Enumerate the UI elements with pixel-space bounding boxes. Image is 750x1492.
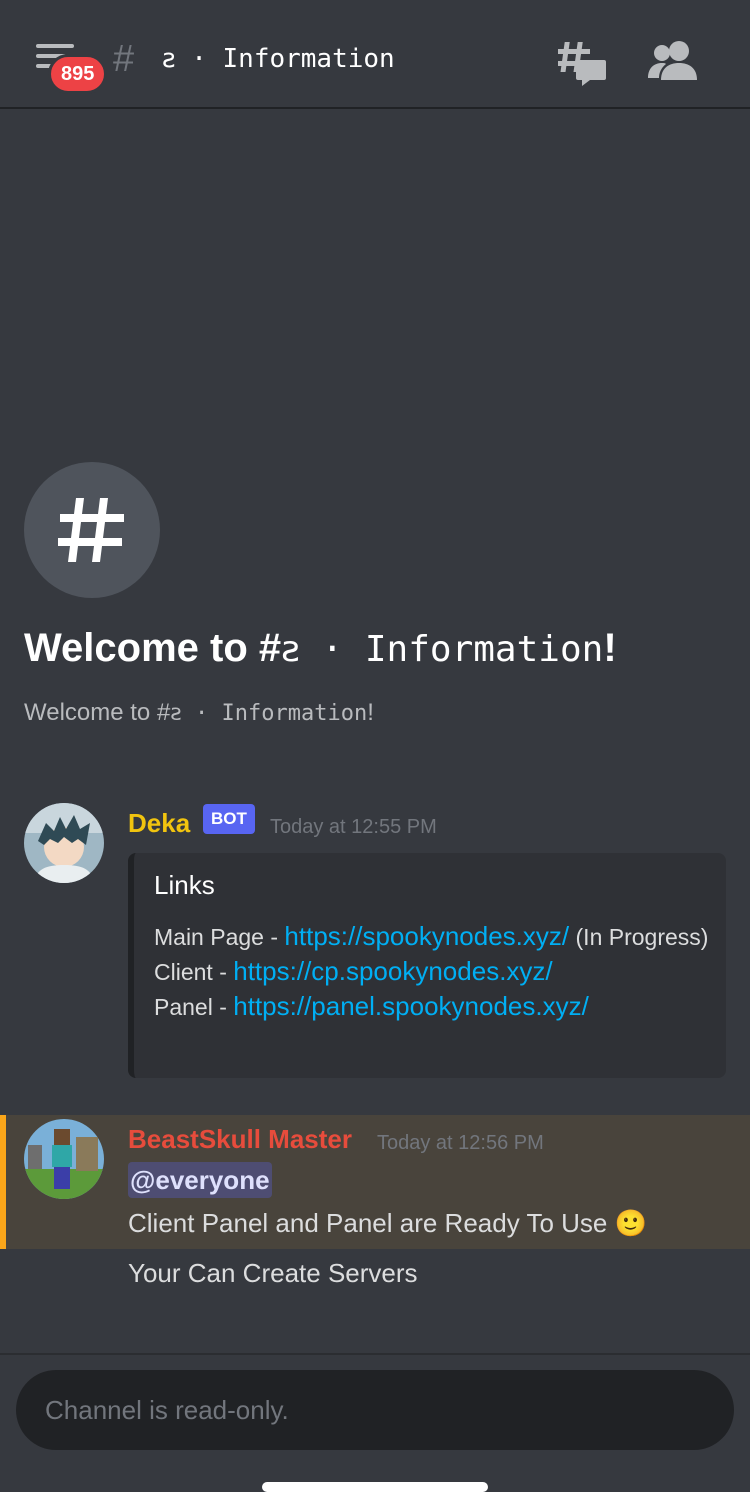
- bot-tag: BOT: [203, 804, 255, 834]
- message-timestamp: Today at 12:56 PM: [377, 1132, 544, 1154]
- channel-header: 895 # ꙅ · Information: [0, 0, 750, 109]
- welcome-title-channel: ꙅ · Information: [281, 629, 604, 670]
- divider: [0, 1353, 750, 1355]
- welcome-subtitle-channel: ꙅ · Information: [170, 701, 368, 726]
- unread-badge: 895: [48, 54, 108, 94]
- message-timestamp: Today at 12:55 PM: [270, 816, 437, 838]
- message-input[interactable]: Channel is read-only.: [16, 1370, 734, 1450]
- home-indicator: [262, 1482, 488, 1492]
- everyone-mention[interactable]: @everyone: [128, 1162, 272, 1198]
- message-text: Client Panel and Panel are Ready To Use …: [128, 1205, 647, 1241]
- embed-title: Links: [154, 870, 215, 900]
- embed-suffix: (In Progress): [569, 924, 709, 950]
- welcome-subtitle-suffix: !: [367, 699, 374, 726]
- message-author[interactable]: BeastSkull Master: [128, 1121, 352, 1157]
- channel-hash-icon: #: [113, 38, 135, 80]
- threads-icon[interactable]: [556, 40, 606, 86]
- channel-hash-avatar: [24, 462, 160, 598]
- avatar[interactable]: [24, 803, 104, 883]
- embed-label: Panel -: [154, 994, 234, 1020]
- smile-emoji-icon: 🙂: [614, 1208, 647, 1238]
- welcome-subtitle-prefix: Welcome to #: [24, 699, 171, 726]
- channel-title: ꙅ · Information: [162, 44, 395, 74]
- main-page-link[interactable]: https://spookynodes.xyz/: [284, 921, 569, 951]
- welcome-subtitle: Welcome to #ꙅ · Information!: [24, 696, 374, 731]
- members-icon[interactable]: [648, 40, 700, 80]
- welcome-title-prefix: Welcome to #: [24, 626, 282, 670]
- message-text: Your Can Create Servers: [128, 1258, 418, 1288]
- message-line: Client Panel and Panel are Ready To Use: [128, 1208, 608, 1238]
- welcome-title-suffix: !: [603, 626, 617, 670]
- embed-row-main-page: Main Page - https://spookynodes.xyz/ (In…: [154, 919, 714, 954]
- embed-label: Main Page -: [154, 924, 285, 950]
- embed-body: Main Page - https://spookynodes.xyz/ (In…: [154, 919, 714, 1024]
- panel-link[interactable]: https://panel.spookynodes.xyz/: [233, 991, 589, 1021]
- client-link[interactable]: https://cp.spookynodes.xyz/: [233, 956, 552, 986]
- embed-label: Client -: [154, 959, 234, 985]
- embed-row-client: Client - https://cp.spookynodes.xyz/: [154, 954, 714, 989]
- user-avatar-image: [24, 1119, 104, 1199]
- embed-row-panel: Panel - https://panel.spookynodes.xyz/: [154, 989, 714, 1024]
- avatar[interactable]: [24, 1119, 104, 1199]
- message-author[interactable]: Deka: [128, 805, 190, 841]
- hash-icon: [58, 498, 124, 562]
- message-embed: Links Main Page - https://spookynodes.xy…: [128, 853, 726, 1078]
- bot-avatar-image: [24, 803, 104, 883]
- welcome-title: Welcome to #ꙅ · Information!: [24, 620, 617, 678]
